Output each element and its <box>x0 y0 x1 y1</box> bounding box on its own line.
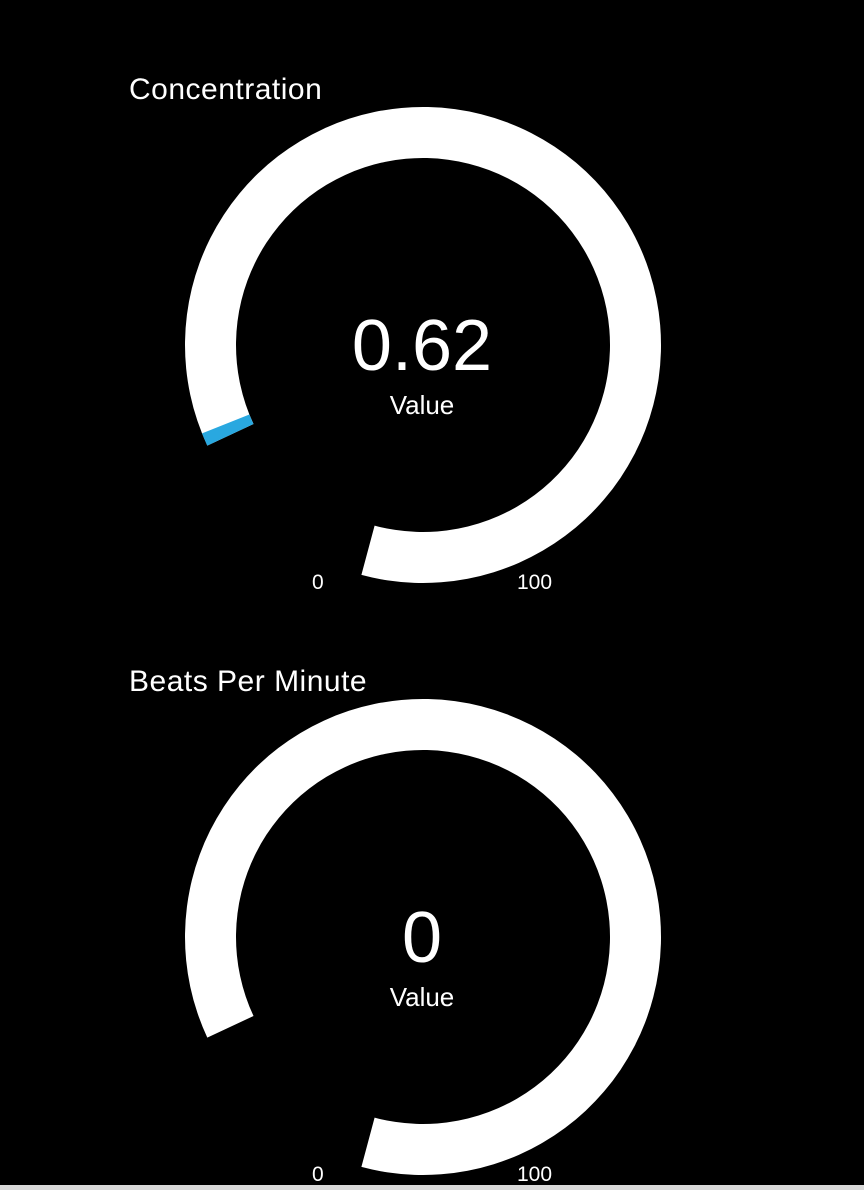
bpm-gauge-panel: Beats Per Minute 0 Value 0 100 <box>0 592 864 1186</box>
concentration-title: Concentration <box>129 73 323 106</box>
bpm-min-label: 0 <box>312 1163 324 1186</box>
bottom-edge-line <box>0 1185 864 1190</box>
concentration-gauge-panel: Concentration 0.62 Value 0 100 <box>0 0 864 594</box>
concentration-value: 0.62 <box>351 306 493 386</box>
bpm-value-label: Value <box>389 982 455 1012</box>
concentration-value-label: Value <box>389 390 455 420</box>
bpm-value: 0 <box>401 898 443 978</box>
bpm-title: Beats Per Minute <box>129 665 368 698</box>
bpm-max-label: 100 <box>517 1163 553 1186</box>
